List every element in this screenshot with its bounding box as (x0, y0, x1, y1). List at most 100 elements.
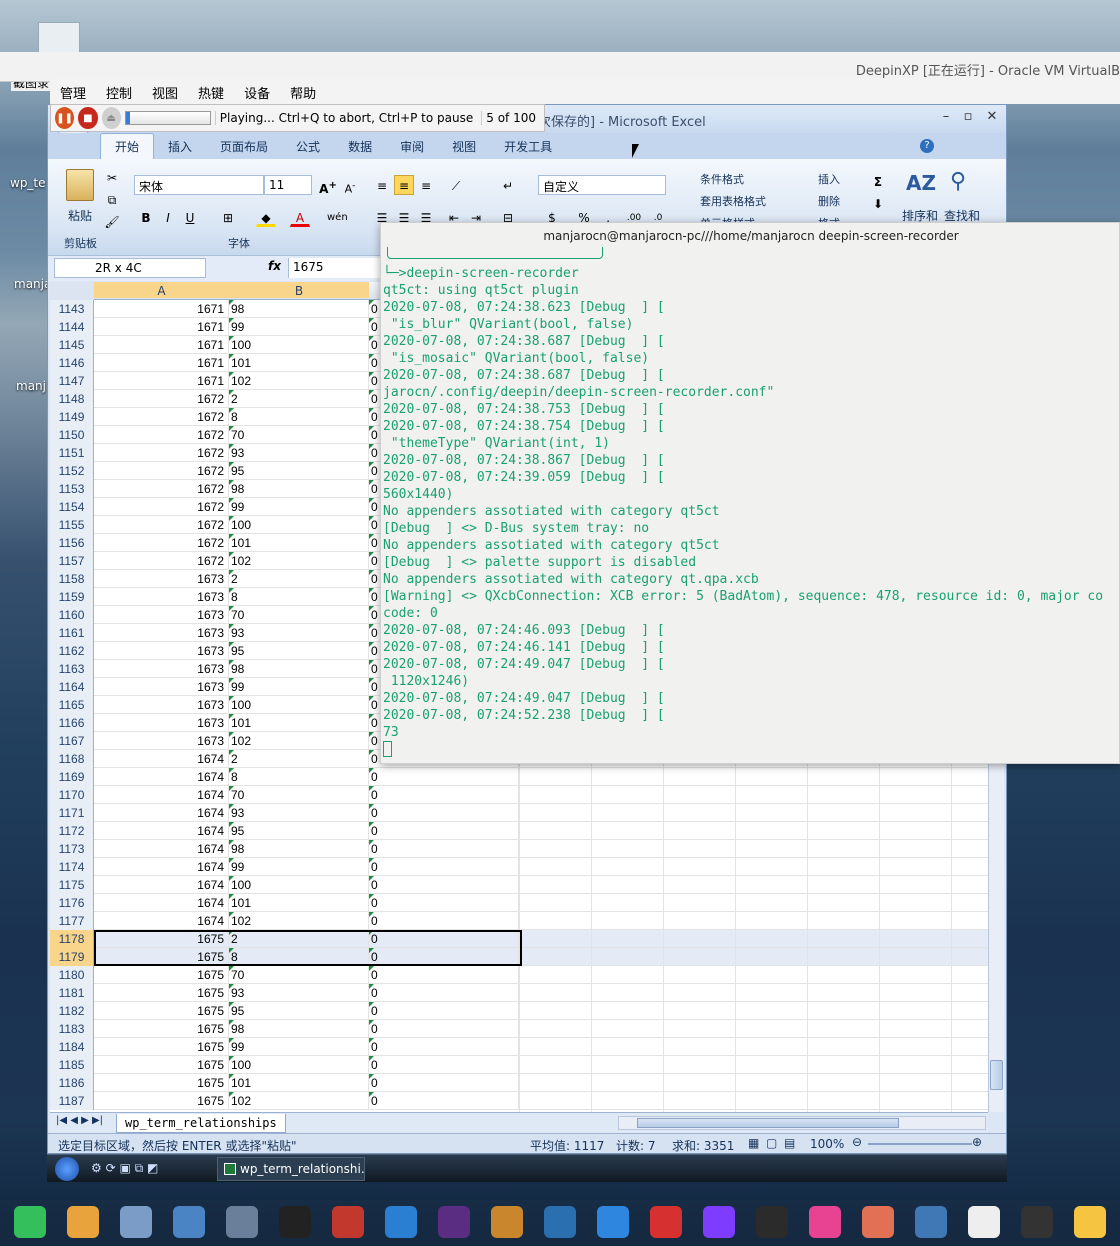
row-number[interactable]: 1150 (50, 426, 94, 444)
dock-filezilla-icon[interactable] (650, 1206, 682, 1238)
tab-developer[interactable]: 开发工具 (490, 134, 566, 159)
zoom-out-icon[interactable]: ⊖ (852, 1135, 862, 1149)
cell-a[interactable]: 1672 (94, 534, 229, 552)
cell-c[interactable]: 0 (369, 1056, 519, 1074)
quicklaunch-icons[interactable]: ⚙ ⟳ ▣ ⧉ ◩ (91, 1161, 158, 1176)
cell-b[interactable]: 95 (229, 1002, 369, 1020)
cell-a[interactable]: 1672 (94, 444, 229, 462)
dock-terminal2-icon[interactable] (332, 1206, 364, 1238)
cell-b[interactable]: 70 (229, 786, 369, 804)
cell-c[interactable]: 0 (369, 1038, 519, 1056)
cell-a[interactable]: 1671 (94, 372, 229, 390)
column-header-a[interactable]: A (94, 282, 229, 298)
cell-a[interactable]: 1672 (94, 426, 229, 444)
grow-font-icon[interactable]: A+ (318, 175, 338, 196)
tab-review[interactable]: 审阅 (386, 134, 438, 159)
row-number[interactable]: 1181 (50, 984, 94, 1002)
row-number[interactable]: 1143 (50, 300, 94, 318)
dock-font-icon[interactable] (968, 1206, 1000, 1238)
cell-b[interactable]: 102 (229, 372, 369, 390)
cell-c[interactable]: 0 (369, 804, 519, 822)
cell-b[interactable]: 101 (229, 714, 369, 732)
phonetic-icon[interactable]: wén (326, 207, 348, 227)
cell-b[interactable]: 95 (229, 462, 369, 480)
delete-cells-button[interactable]: 删除 (818, 193, 840, 209)
tab-insert[interactable]: 插入 (154, 134, 206, 159)
cell-a[interactable]: 1673 (94, 696, 229, 714)
terminal-output[interactable]: └─>deepin-screen-recorder qt5ct: using qt… (383, 265, 1103, 757)
row-number[interactable]: 1177 (50, 912, 94, 930)
cell-b[interactable]: 102 (229, 732, 369, 750)
dock-terminal-icon[interactable] (279, 1206, 311, 1238)
cell-b[interactable]: 98 (229, 300, 369, 318)
cell-a[interactable]: 1673 (94, 714, 229, 732)
cell-b[interactable]: 70 (229, 606, 369, 624)
cell-a[interactable]: 1672 (94, 516, 229, 534)
row-number[interactable]: 1166 (50, 714, 94, 732)
dock-phpstorm-icon[interactable] (438, 1206, 470, 1238)
bold-icon[interactable]: B (136, 207, 156, 227)
cell-b[interactable]: 102 (229, 912, 369, 930)
cell-c[interactable]: 0 (369, 1020, 519, 1038)
cell-a[interactable]: 1671 (94, 354, 229, 372)
help-icon[interactable]: ? (920, 139, 934, 153)
zoom-in-icon[interactable]: ⊕ (972, 1135, 982, 1149)
row-number[interactable]: 1151 (50, 444, 94, 462)
cell-a[interactable]: 1674 (94, 804, 229, 822)
cell-c[interactable]: 0 (369, 1002, 519, 1020)
italic-icon[interactable]: I (158, 207, 178, 227)
row-number[interactable]: 1164 (50, 678, 94, 696)
row-number[interactable]: 1167 (50, 732, 94, 750)
close-icon[interactable]: ✕ (982, 109, 1002, 127)
cell-b[interactable]: 95 (229, 822, 369, 840)
paste-icon[interactable] (66, 169, 94, 201)
row-number[interactable]: 1185 (50, 1056, 94, 1074)
row-number[interactable]: 1171 (50, 804, 94, 822)
row-number[interactable]: 1153 (50, 480, 94, 498)
cell-a[interactable]: 1672 (94, 498, 229, 516)
vm-menu-manage[interactable]: 管理 (50, 78, 96, 104)
align-top-icon[interactable]: ≡ (372, 175, 392, 195)
pause-icon[interactable]: ❚❚ (55, 107, 75, 129)
cell-b[interactable]: 100 (229, 876, 369, 894)
cut-icon[interactable]: ✂ (102, 167, 122, 187)
dock-download-icon[interactable] (597, 1206, 629, 1238)
terminal-window[interactable]: manjarocn@manjarocn-pc///home/manjarocn … (380, 222, 1120, 764)
column-header-b[interactable]: B (229, 282, 369, 298)
cell-a[interactable]: 1673 (94, 624, 229, 642)
row-number[interactable]: 1169 (50, 768, 94, 786)
number-format-combo[interactable]: 自定义 (538, 175, 666, 195)
vm-menu-view[interactable]: 视图 (142, 78, 188, 104)
cell-a[interactable]: 1674 (94, 894, 229, 912)
row-number[interactable]: 1163 (50, 660, 94, 678)
dock-chromium-icon[interactable] (120, 1206, 152, 1238)
row-number[interactable]: 1145 (50, 336, 94, 354)
find-select-icon[interactable]: ⚲ (950, 169, 966, 194)
cell-b[interactable]: 98 (229, 1020, 369, 1038)
cell-b[interactable]: 99 (229, 858, 369, 876)
dock-rss-icon[interactable] (173, 1206, 205, 1238)
row-number[interactable]: 1179 (50, 948, 94, 966)
cell-b[interactable]: 95 (229, 642, 369, 660)
tab-view[interactable]: 视图 (438, 134, 490, 159)
dock-chrome-icon[interactable] (862, 1206, 894, 1238)
row-number[interactable]: 1162 (50, 642, 94, 660)
dock-maps-icon[interactable] (491, 1206, 523, 1238)
cell-a[interactable]: 1672 (94, 390, 229, 408)
cell-b[interactable]: 102 (229, 552, 369, 570)
cell-a[interactable]: 1675 (94, 1020, 229, 1038)
cell-a[interactable]: 1674 (94, 750, 229, 768)
minimize-icon[interactable]: – (936, 109, 956, 127)
desktop-label-wp[interactable]: wp_te (10, 176, 46, 190)
sheet-tab[interactable]: wp_term_relationships (116, 1114, 286, 1133)
align-bottom-icon[interactable]: ≡ (416, 175, 436, 195)
cell-c[interactable]: 0 (369, 1092, 519, 1110)
vm-menu-control[interactable]: 控制 (96, 78, 142, 104)
row-number[interactable]: 1160 (50, 606, 94, 624)
taskbar-excel-item[interactable]: wp_term_relationshi... (217, 1157, 365, 1181)
cell-b[interactable]: 98 (229, 660, 369, 678)
cell-a[interactable]: 1673 (94, 570, 229, 588)
cell-b[interactable]: 100 (229, 516, 369, 534)
dock-monitor-icon[interactable] (544, 1206, 576, 1238)
maximize-icon[interactable]: ▫ (958, 109, 978, 127)
